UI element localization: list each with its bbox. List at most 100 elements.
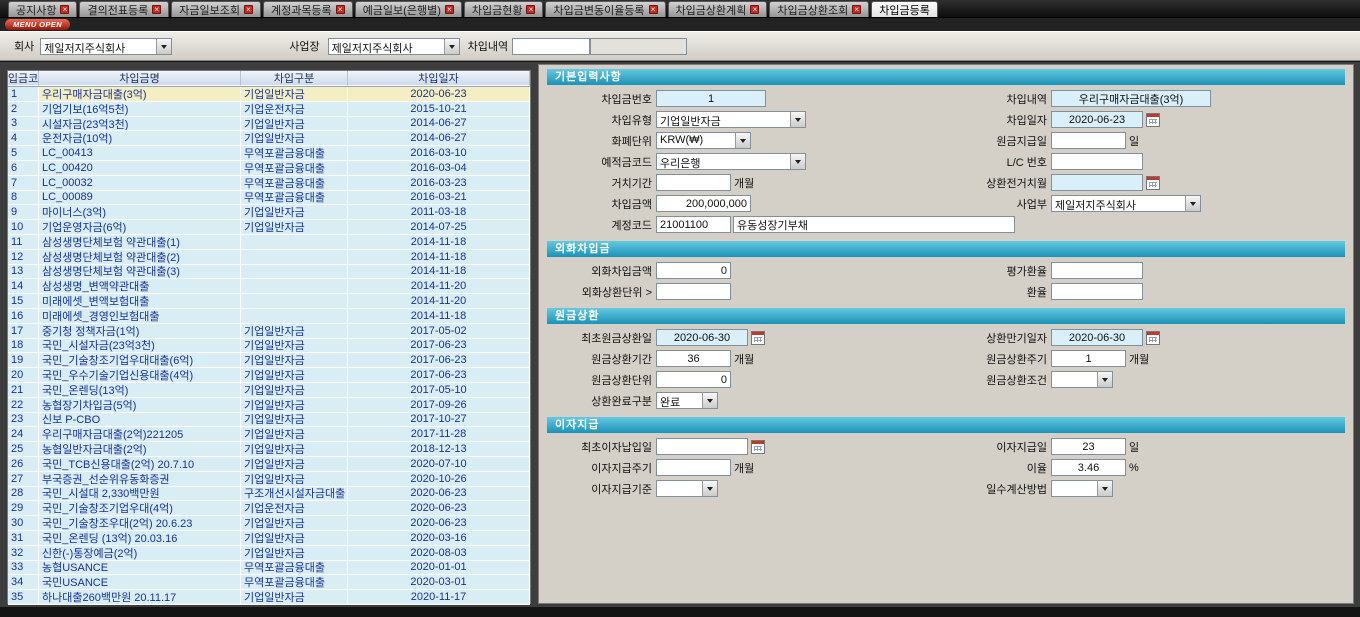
repay_period-input[interactable] bbox=[656, 350, 731, 367]
currency-select[interactable]: KRW(₩) bbox=[656, 132, 751, 149]
fx_repay_unit-input[interactable] bbox=[656, 283, 731, 300]
table-row[interactable]: 23신보 P-CBO기업일반자금2017-10-27 bbox=[8, 413, 530, 428]
table-row[interactable]: 11삼성생명단체보험 약관대출(1)2014-11-18 bbox=[8, 235, 530, 250]
table-row[interactable]: 30국민_기술창조우대(2억) 20.6.23기업일반자금2020-06-23 bbox=[8, 516, 530, 531]
table-row[interactable]: 6LC_00420무역포괄금융대출2016-03-04 bbox=[8, 161, 530, 176]
table-row[interactable]: 3시설자금(23억3천)기업일반자금2014-06-27 bbox=[8, 117, 530, 132]
account_code-input[interactable] bbox=[656, 216, 731, 233]
division-select[interactable]: 제일저지주식회사 bbox=[1051, 195, 1201, 212]
tab-close-icon[interactable]: × bbox=[60, 5, 69, 14]
loan-desc-search-input-2[interactable] bbox=[590, 38, 687, 55]
tab-close-icon[interactable]: × bbox=[244, 5, 253, 14]
loan_date-input[interactable] bbox=[1051, 111, 1143, 128]
table-row[interactable]: 17중기청 정책자금(1억)기업일반자금2017-05-02 bbox=[8, 324, 530, 339]
tab-자금일보조회[interactable]: 자금일보조회× bbox=[171, 1, 261, 17]
first_interest_date-input[interactable] bbox=[656, 438, 748, 455]
table-row[interactable]: 13삼성생명단체보험 약관대출(3)2014-11-18 bbox=[8, 265, 530, 280]
chevron-down-icon[interactable] bbox=[444, 39, 459, 54]
maturity_date-input[interactable] bbox=[1051, 329, 1143, 346]
table-row[interactable]: 24우리구매자금대출(2억)221205기업일반자금2017-11-28 bbox=[8, 427, 530, 442]
table-row[interactable]: 18국민_시설자금(23억3천)기업일반자금2017-06-23 bbox=[8, 339, 530, 354]
calendar-icon[interactable] bbox=[1146, 113, 1160, 127]
pre_repay_month-input[interactable] bbox=[1051, 174, 1143, 191]
company-select[interactable]: 제일저지주식회사 bbox=[40, 38, 172, 55]
table-row[interactable]: 8LC_00089무역포괄금융대출2016-03-21 bbox=[8, 191, 530, 206]
table-row[interactable]: 27부국증권_선순위유동화증권기업일반자금2020-10-26 bbox=[8, 472, 530, 487]
table-row[interactable]: 10기업운영자금(6억)기업일반자금2014-07-25 bbox=[8, 220, 530, 235]
table-row[interactable]: 15미래에셋_변액보험대출2014-11-20 bbox=[8, 294, 530, 309]
column-header[interactable]: 차입구분 bbox=[241, 71, 348, 86]
chevron-down-icon[interactable] bbox=[735, 133, 750, 148]
column-header[interactable]: 차입금명 bbox=[39, 71, 241, 86]
repay_unit-input[interactable] bbox=[656, 371, 731, 388]
deposit_code-select[interactable]: 우리은행 bbox=[656, 153, 806, 170]
table-row[interactable]: 31국민_온렌딩 (13억) 20.03.16기업일반자금2020-03-16 bbox=[8, 531, 530, 546]
column-header[interactable]: 차입금코드 bbox=[8, 71, 39, 86]
tab-공지사항[interactable]: 공지사항× bbox=[8, 1, 77, 17]
account_code-name-input[interactable] bbox=[733, 216, 1015, 233]
tab-결의전표등록[interactable]: 결의전표등록× bbox=[79, 1, 169, 17]
table-row[interactable]: 34국민USANCE무역포괄금융대출2020-03-01 bbox=[8, 575, 530, 590]
fx_amount-input[interactable] bbox=[656, 262, 731, 279]
tab-close-icon[interactable]: × bbox=[526, 5, 535, 14]
table-row[interactable]: 9마이너스(3억)기업일반자금2011-03-18 bbox=[8, 205, 530, 220]
interest_pay_day-input[interactable] bbox=[1051, 438, 1126, 455]
table-row[interactable]: 22농협장기차입금(5억)기업일반자금2017-09-26 bbox=[8, 398, 530, 413]
table-row[interactable]: 32신한(-)통장예금(2억)기업일반자금2020-08-03 bbox=[8, 546, 530, 561]
day_count_method-select[interactable] bbox=[1051, 480, 1113, 497]
table-row[interactable]: 28국민_시설대 2,330백만원구조개선시설자금대출2020-06-23 bbox=[8, 487, 530, 502]
grace_period-input[interactable] bbox=[656, 174, 731, 191]
loan_type-select[interactable]: 기업일반자금 bbox=[656, 111, 806, 128]
chevron-down-icon[interactable] bbox=[1097, 372, 1112, 387]
principal_pay_day-input[interactable] bbox=[1051, 132, 1126, 149]
tab-close-icon[interactable]: × bbox=[336, 5, 345, 14]
table-row[interactable]: 35하나대출260백만원 20.11.17기업일반자금2020-11-17 bbox=[8, 590, 530, 605]
table-row[interactable]: 16미래에셋_경영인보험대출2014-11-18 bbox=[8, 309, 530, 324]
repay_cycle-input[interactable] bbox=[1051, 350, 1126, 367]
tab-close-icon[interactable]: × bbox=[152, 5, 161, 14]
tab-차입금등록[interactable]: 차입금등록 bbox=[871, 1, 938, 17]
menu-open-button[interactable]: MENU OPEN bbox=[5, 19, 70, 30]
site-select[interactable]: 제일저지주식회사 bbox=[328, 38, 460, 55]
table-row[interactable]: 33농협USANCE무역포괄금융대출2020-01-01 bbox=[8, 561, 530, 576]
tab-예금일보(은행별)[interactable]: 예금일보(은행별)× bbox=[355, 1, 462, 17]
repay_condition-select[interactable] bbox=[1051, 371, 1113, 388]
table-row[interactable]: 1우리구매자금대출(3억)기업일반자금2020-06-23 bbox=[8, 87, 530, 102]
tab-차입금현황[interactable]: 차입금현황× bbox=[464, 1, 544, 17]
table-row[interactable]: 29국민_기술창조기업우대(4억)기업운전자금2020-06-23 bbox=[8, 501, 530, 516]
lc_no-input[interactable] bbox=[1051, 153, 1143, 170]
chevron-down-icon[interactable] bbox=[156, 39, 171, 54]
table-row[interactable]: 5LC_00413무역포괄금융대출2016-03-10 bbox=[8, 146, 530, 161]
calendar-icon[interactable] bbox=[751, 440, 765, 454]
table-row[interactable]: 20국민_우수기술기업신용대출(4억)기업일반자금2017-06-23 bbox=[8, 368, 530, 383]
calendar-icon[interactable] bbox=[1146, 176, 1160, 190]
interest_rate-input[interactable] bbox=[1051, 459, 1126, 476]
loan_amount-input[interactable] bbox=[656, 195, 751, 212]
table-row[interactable]: 25농협일반자금대출(2억)기업일반자금2018-12-13 bbox=[8, 442, 530, 457]
tab-차입금상환조회[interactable]: 차입금상환조회× bbox=[769, 1, 869, 17]
calendar-icon[interactable] bbox=[1146, 331, 1160, 345]
chevron-down-icon[interactable] bbox=[790, 112, 805, 127]
column-header[interactable]: 차입일자 bbox=[348, 71, 530, 86]
eval_rate-input[interactable] bbox=[1051, 262, 1143, 279]
repay_complete-select[interactable]: 완료 bbox=[656, 392, 718, 409]
table-row[interactable]: 2기업기보(16억5천)기업운전자금2015-10-21 bbox=[8, 102, 530, 117]
loan-desc-search-input[interactable] bbox=[512, 38, 590, 55]
chevron-down-icon[interactable] bbox=[1185, 196, 1200, 211]
tab-계정과목등록[interactable]: 계정과목등록× bbox=[263, 1, 353, 17]
chevron-down-icon[interactable] bbox=[790, 154, 805, 169]
chevron-down-icon[interactable] bbox=[702, 481, 717, 496]
table-row[interactable]: 7LC_00032무역포괄금융대출2016-03-23 bbox=[8, 176, 530, 191]
exchange_rate-input[interactable] bbox=[1051, 283, 1143, 300]
table-row[interactable]: 14삼성생명_변액약관대출2014-11-20 bbox=[8, 279, 530, 294]
tab-close-icon[interactable]: × bbox=[445, 5, 454, 14]
loan_no-input[interactable] bbox=[656, 90, 766, 107]
calendar-icon[interactable] bbox=[751, 331, 765, 345]
tab-close-icon[interactable]: × bbox=[750, 5, 759, 14]
table-row[interactable]: 4운전자금(10억)기업일반자금2014-06-27 bbox=[8, 131, 530, 146]
tab-차입금상환계획[interactable]: 차입금상환계획× bbox=[668, 1, 768, 17]
table-row[interactable]: 21국민_온렌딩(13억)기업일반자금2017-05-10 bbox=[8, 383, 530, 398]
tab-close-icon[interactable]: × bbox=[852, 5, 861, 14]
interest_cycle-input[interactable] bbox=[656, 459, 731, 476]
tab-close-icon[interactable]: × bbox=[649, 5, 658, 14]
